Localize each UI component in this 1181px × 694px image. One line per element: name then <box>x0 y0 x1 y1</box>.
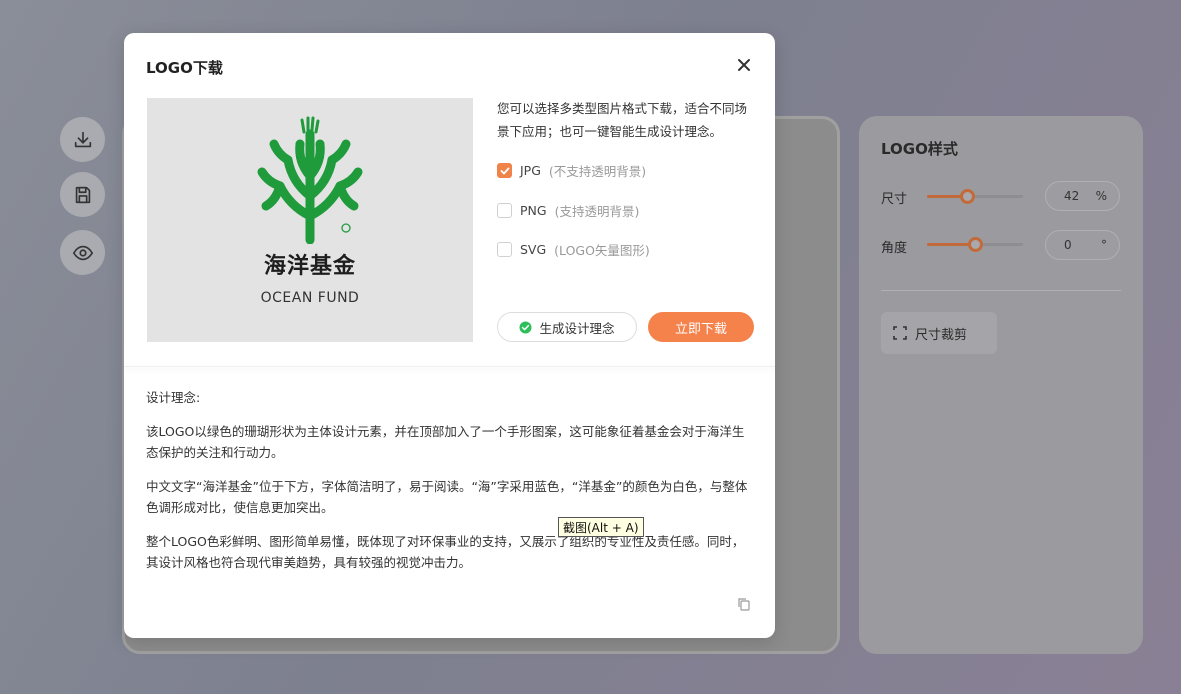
option-svg[interactable]: SVG (LOGO矢量图形) <box>497 240 650 259</box>
section-divider <box>124 366 775 367</box>
download-description: 您可以选择多类型图片格式下载，适合不同场景下应用；也可一键智能生成设计理念。 <box>497 101 748 139</box>
save-side-button[interactable] <box>60 172 105 217</box>
close-icon <box>738 59 750 71</box>
design-concept-section: 设计理念: 该LOGO以绿色的珊瑚形状为主体设计元素，并在顶部加入了一个手形图案… <box>146 387 752 586</box>
check-icon <box>500 167 509 174</box>
angle-slider-thumb[interactable] <box>967 237 983 252</box>
logo-english-text: OCEAN FUND <box>260 290 360 306</box>
svg-checkbox[interactable] <box>497 242 512 257</box>
option-png[interactable]: PNG (支持透明背景) <box>497 201 639 220</box>
angle-unit: ° <box>1101 238 1107 252</box>
close-button[interactable] <box>734 55 754 75</box>
crop-button[interactable]: 尺寸裁剪 <box>881 312 997 354</box>
concept-paragraph: 中文文字“海洋基金”位于下方，字体简洁明了，易于阅读。“海”字采用蓝色，“洋基金… <box>146 479 748 515</box>
size-value: 42 <box>1064 189 1080 203</box>
logo-style-panel: LOGO样式 尺寸 42 % 角度 0 ° 尺寸裁剪 <box>859 116 1143 654</box>
jpg-note: (不支持透明背景) <box>548 164 647 179</box>
coral-logo-icon <box>257 116 363 244</box>
png-checkbox[interactable] <box>497 203 512 218</box>
concept-title: 设计理念: <box>146 390 201 405</box>
option-jpg[interactable]: JPG (不支持透明背景) <box>497 161 646 180</box>
size-slider-thumb[interactable] <box>959 189 975 204</box>
angle-slider[interactable] <box>927 237 1023 252</box>
logo-preview: 海洋基金 OCEAN FUND <box>147 98 473 342</box>
crop-button-label: 尺寸裁剪 <box>915 327 968 343</box>
generate-concept-button[interactable]: 生成设计理念 <box>497 312 637 342</box>
angle-label: 角度 <box>881 241 908 256</box>
dialog-title: LOGO下载 <box>146 59 223 77</box>
logo-download-dialog: LOGO下载 海洋基金 OCEAN FUND 您可以选择多类型图片格式下载，适合… <box>124 33 775 638</box>
crop-icon <box>893 326 907 340</box>
check-circle-icon <box>519 321 532 333</box>
png-note: (支持透明背景) <box>554 204 640 219</box>
concept-paragraph: 整个LOGO色彩鲜明、图形简单易懂，既体现了对环保事业的支持，又展示了组织的专业… <box>146 534 745 570</box>
copy-button[interactable] <box>737 596 753 612</box>
size-value-field[interactable]: 42 % <box>1045 181 1120 211</box>
copy-icon <box>738 598 750 611</box>
jpg-label: JPG <box>520 163 541 178</box>
png-label: PNG <box>520 203 547 218</box>
screenshot-tooltip: 截图(Alt + A) <box>558 517 644 537</box>
svg-label: SVG <box>520 242 547 257</box>
preview-side-button[interactable] <box>60 230 105 275</box>
logo-chinese-text: 海洋基金 <box>263 254 356 279</box>
panel-divider <box>881 290 1121 291</box>
generate-concept-label: 生成设计理念 <box>539 320 615 336</box>
size-unit: % <box>1095 189 1107 203</box>
style-panel-title: LOGO样式 <box>881 140 958 158</box>
angle-value-field[interactable]: 0 ° <box>1045 230 1120 260</box>
size-slider[interactable] <box>927 189 1023 204</box>
svg-note: (LOGO矢量图形) <box>554 243 650 258</box>
concept-paragraph: 该LOGO以绿色的珊瑚形状为主体设计元素，并在顶部加入了一个手形图案，这可能象征… <box>146 424 745 460</box>
size-label: 尺寸 <box>881 192 908 207</box>
eye-icon <box>72 245 93 260</box>
angle-value: 0 <box>1064 238 1072 252</box>
save-icon <box>75 186 90 203</box>
download-now-button[interactable]: 立即下载 <box>648 312 754 342</box>
download-side-button[interactable] <box>60 117 105 162</box>
jpg-checkbox[interactable] <box>497 163 512 178</box>
download-icon <box>74 131 91 147</box>
